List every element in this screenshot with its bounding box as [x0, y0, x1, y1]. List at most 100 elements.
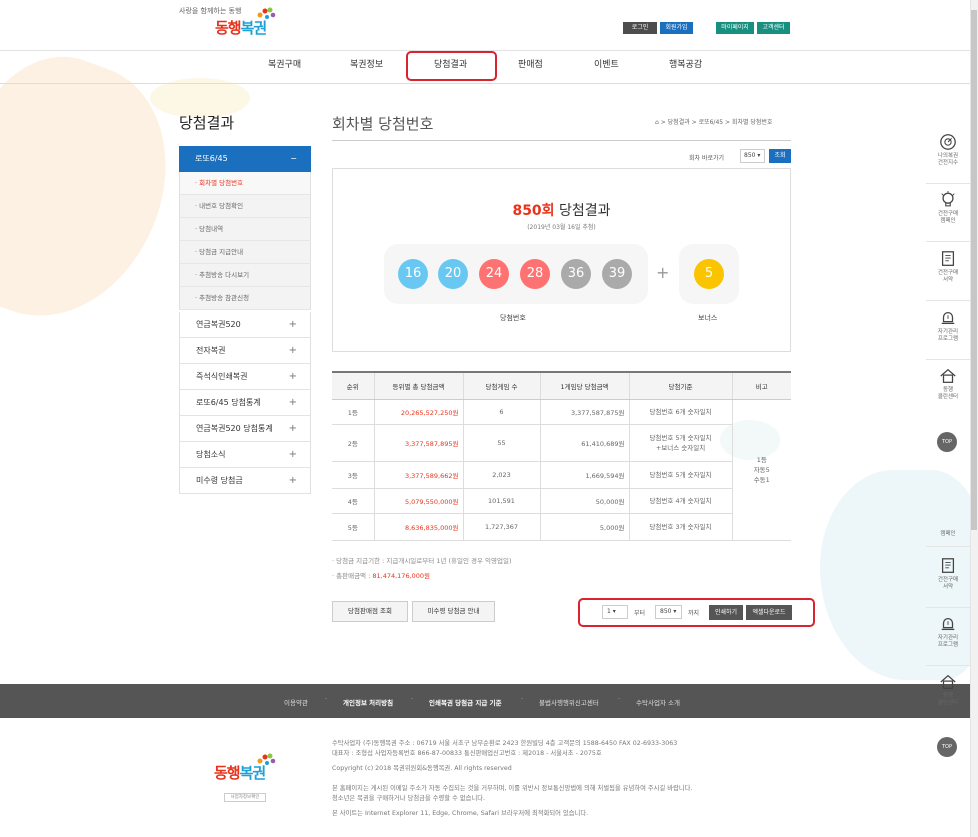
per-game-cell: 3,377,587,875원 — [539, 399, 629, 425]
quick-self-care[interactable]: 자기관리 프로그램 — [926, 309, 970, 343]
lotto-ball: 28 — [520, 259, 550, 289]
draw-round: 850회 — [512, 203, 555, 219]
login-label: 로그인 — [631, 24, 649, 31]
footer-operator-link[interactable]: 수탁사업자 소개 — [636, 697, 680, 707]
lotto-ball: 16 — [398, 259, 428, 289]
round-select[interactable]: 850 ▾ — [740, 149, 765, 163]
footer-report-link[interactable]: 불법사행행위신고센터 — [539, 697, 599, 707]
column-header: 당첨게임 수 — [462, 371, 540, 400]
sidebar-sub-visit[interactable]: · 추첨방송 참관신청 — [179, 287, 311, 310]
games-cell: 101,591 — [462, 488, 540, 514]
footer-separator: · — [618, 695, 621, 703]
scroll-top-button[interactable]: TOP — [937, 432, 957, 452]
sidebar-item-instant[interactable]: 즉석식인쇄복권 + — [179, 364, 311, 390]
sidebar-item-electronic[interactable]: 전자복권 + — [179, 338, 311, 364]
scroll-top-button[interactable]: TOP — [937, 737, 957, 757]
sidebar-item-pension-stats[interactable]: 연금복권520 당첨통계 + — [179, 416, 311, 442]
excel-download-button[interactable]: 엑셀다운로드 — [746, 605, 792, 620]
nav-divider — [0, 83, 970, 84]
column-header: 순위 — [332, 371, 374, 400]
table-row: 3등 3,377,589,662원 2,023 1,669,594원 당첨번호 … — [332, 461, 791, 489]
mypage-button[interactable]: 마이페이지 — [716, 22, 754, 34]
quick-my-lottery[interactable]: 나의복권 건전지수 — [926, 133, 970, 167]
quick-self-care-lower[interactable]: 자기관리 프로그램 — [926, 615, 970, 649]
print-button[interactable]: 인쇄하기 — [709, 605, 743, 620]
customer-center-button[interactable]: 고객센터 — [757, 22, 790, 34]
sidebar-sub-replay[interactable]: · 추첨방송 다시보기 — [179, 264, 311, 287]
expand-icon: + — [288, 475, 297, 486]
business-info-badge[interactable]: 사업자정보확인 — [224, 793, 266, 802]
winning-store-button[interactable]: 당첨판매점 조회 — [332, 601, 408, 622]
games-cell: 2,023 — [462, 461, 540, 489]
lotto-ball: 24 — [479, 259, 509, 289]
quick-clean-center-lower[interactable]: 동행 클린센터 — [926, 673, 970, 707]
sidebar-item-label: 전자복권 — [196, 346, 226, 355]
total-prize-cell: 3,377,587,895원 — [373, 424, 463, 462]
from-round-value: 1 — [607, 608, 611, 615]
table-row: 5등 8,636,835,000원 1,727,367 5,000원 당첨번호 … — [332, 513, 791, 541]
sidebar-item-label: 연금복권520 당첨통계 — [196, 424, 273, 433]
nav-events[interactable]: 이벤트 — [594, 57, 619, 70]
sidebar-item-news[interactable]: 당첨소식 + — [179, 442, 311, 468]
quick-campaign[interactable]: 건전구매 캠페인 — [926, 191, 970, 225]
expand-icon: + — [288, 371, 297, 382]
nav-happiness[interactable]: 행복공감 — [669, 57, 702, 70]
rank-cell: 3등 — [332, 461, 374, 489]
sidebar-item-unclaimed[interactable]: 미수령 당첨금 + — [179, 468, 311, 494]
from-round-select[interactable]: 1 ▾ — [602, 605, 628, 619]
quick-label: 동행 클린센터 — [937, 693, 959, 706]
column-header: 등위별 총 당첨금액 — [373, 371, 463, 400]
lotto-ball: 39 — [602, 259, 632, 289]
quick-clean-center[interactable]: 동행 클린센터 — [926, 367, 970, 401]
page-title: 회차별 당첨번호 — [332, 115, 434, 133]
games-cell: 1,727,367 — [462, 513, 540, 541]
quick-divider — [926, 607, 970, 608]
footer-address: 수탁사업자 (주)동행복권 주소 : 06719 서울 서초구 남부순환로 24… — [332, 740, 678, 747]
footer-logo-flower-icon — [257, 753, 276, 765]
expand-icon: + — [288, 319, 297, 330]
quick-pledge[interactable]: 건전구매 서약 — [926, 250, 970, 284]
sidebar-sub-round-numbers[interactable]: · 회차별 당첨번호 — [179, 172, 311, 195]
footer-prize-criteria-link[interactable]: 인쇄복권 당첨금 지급 기준 — [429, 697, 502, 707]
sidebar-item-label: 로또6/45 당첨통계 — [196, 398, 261, 407]
sidebar-item-lotto645[interactable]: 로또6/45 − — [179, 146, 311, 172]
gauge-icon — [940, 134, 956, 150]
sidebar-sub-label: 당첨금 지급안내 — [199, 248, 244, 256]
sidebar-item-lotto-stats[interactable]: 로또6/45 당첨통계 + — [179, 390, 311, 416]
draw-date: (2019년 03월 16일 추첨) — [527, 224, 596, 231]
rule-cell: 당첨번호 5개 숫자일치 — [628, 461, 732, 489]
plus-icon: + — [656, 263, 670, 282]
quick-pledge-lower[interactable]: 건전구매 서약 — [926, 557, 970, 591]
nav-buy[interactable]: 복권구매 — [268, 57, 301, 70]
footer-privacy-link[interactable]: 개인정보 처리방침 — [343, 697, 393, 707]
total-prize-cell: 3,377,589,662원 — [373, 461, 463, 489]
breadcrumb[interactable]: ⌂ > 당첨결과 > 로또6/45 > 회차별 당첨번호 — [655, 117, 772, 126]
rank-cell: 4등 — [332, 488, 374, 514]
mypage-label: 마이페이지 — [721, 24, 749, 31]
winning-numbers-label: 당첨번호 — [500, 314, 526, 322]
scrollbar-thumb[interactable] — [971, 10, 977, 530]
sidebar-item-pension520[interactable]: 연금복권520 + — [179, 312, 311, 338]
footer-separator: · — [521, 695, 524, 703]
house-icon — [940, 368, 956, 383]
signup-button[interactable]: 회원가입 — [660, 22, 693, 34]
footer-terms-link[interactable]: 이용약관 — [284, 697, 308, 707]
total-prize-cell: 20,265,527,250원 — [373, 399, 463, 425]
nav-info[interactable]: 복권정보 — [350, 57, 383, 70]
nav-stores[interactable]: 판매점 — [518, 57, 543, 70]
to-label: 까지 — [688, 610, 700, 617]
collapse-icon: − — [290, 154, 297, 163]
house-icon — [940, 674, 956, 689]
to-round-select[interactable]: 850 ▾ — [655, 605, 682, 619]
quick-campaign-lower[interactable]: 캠페인 — [926, 531, 970, 538]
sidebar-sub-payment-guide[interactable]: · 당첨금 지급안내 — [179, 241, 311, 264]
total-sales-label: · 총판매금액 : — [332, 572, 373, 580]
login-button[interactable]: 로그인 — [623, 22, 657, 34]
footer-logo-text-1: 동행 — [214, 764, 241, 782]
sidebar-sub-history[interactable]: · 당첨내역 — [179, 218, 311, 241]
footer-youth-notice: 청소년은 복권을 구매하거나 당첨금을 수령할 수 없습니다. — [332, 795, 486, 802]
search-button[interactable]: 조회 — [769, 149, 791, 163]
sidebar-sub-my-numbers[interactable]: · 내번호 당첨확인 — [179, 195, 311, 218]
unclaimed-guide-button[interactable]: 미수령 당첨금 안내 — [412, 601, 495, 622]
quick-divider — [926, 546, 970, 547]
